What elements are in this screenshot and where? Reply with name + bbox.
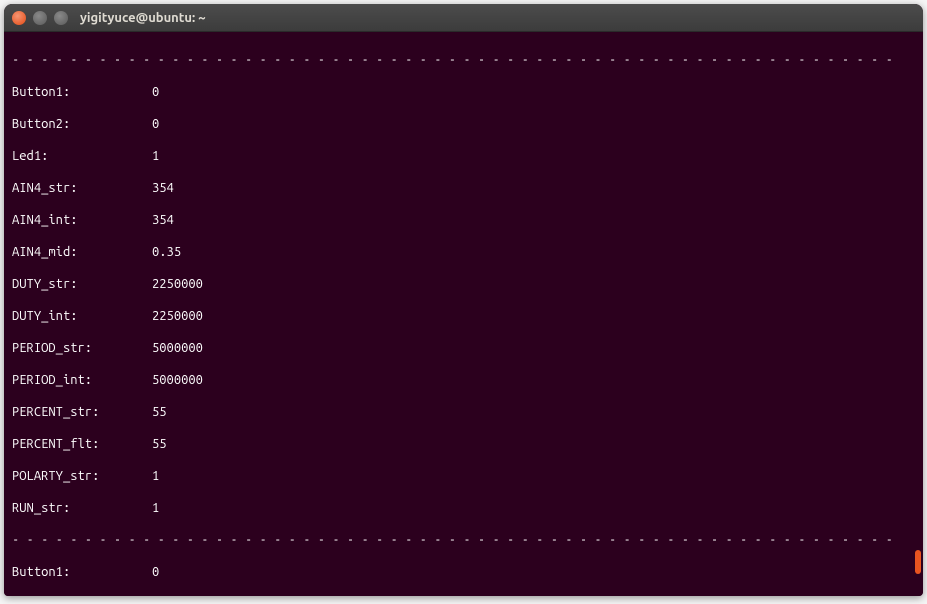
row-value: 0.35 xyxy=(152,244,181,260)
output-row: PERCENT_flt:55 xyxy=(12,436,915,452)
output-row: PERCENT_str:55 xyxy=(12,404,915,420)
minimize-icon[interactable] xyxy=(33,11,47,25)
row-value: 55 xyxy=(152,436,167,452)
row-label: Button1: xyxy=(12,564,152,580)
output-row: Button1:0 xyxy=(12,84,915,100)
row-label: DUTY_str: xyxy=(12,276,152,292)
output-row: PERIOD_str:5000000 xyxy=(12,340,915,356)
row-value: 5000000 xyxy=(152,340,203,356)
maximize-icon[interactable] xyxy=(54,11,68,25)
row-value: 5000000 xyxy=(152,372,203,388)
row-value: 0 xyxy=(152,564,159,580)
row-value: 1 xyxy=(152,468,159,484)
output-row: DUTY_str:2250000 xyxy=(12,276,915,292)
row-label: AIN4_str: xyxy=(12,180,152,196)
row-label: PERCENT_str: xyxy=(12,404,152,420)
row-label: Button1: xyxy=(12,84,152,100)
row-label: AIN4_mid: xyxy=(12,244,152,260)
terminal-output[interactable]: - - - - - - - - - - - - - - - - - - - - … xyxy=(4,32,923,596)
row-label: PERIOD_str: xyxy=(12,340,152,356)
row-label: POLARTY_str: xyxy=(12,468,152,484)
row-value: 0 xyxy=(152,116,159,132)
row-value: 1 xyxy=(152,148,159,164)
row-value: 2250000 xyxy=(152,308,203,324)
row-label: Led1: xyxy=(12,148,152,164)
titlebar[interactable]: yigityuce@ubuntu: ~ xyxy=(4,4,923,32)
window-controls xyxy=(12,11,68,25)
row-value: 2250000 xyxy=(152,276,203,292)
terminal-window: yigityuce@ubuntu: ~ - - - - - - - - - - … xyxy=(4,4,923,596)
output-row: POLARTY_str:1 xyxy=(12,468,915,484)
row-value: 354 xyxy=(152,180,174,196)
row-value: 354 xyxy=(152,212,174,228)
row-label: AIN4_int: xyxy=(12,212,152,228)
row-value: 55 xyxy=(152,404,167,420)
output-row: PERIOD_int:5000000 xyxy=(12,372,915,388)
output-row: Button2:0 xyxy=(12,116,915,132)
scrollbar-thumb[interactable] xyxy=(915,550,921,574)
row-value: 1 xyxy=(152,500,159,516)
output-row: Led1:1 xyxy=(12,148,915,164)
output-row: AIN4_mid:0.35 xyxy=(12,244,915,260)
row-label: PERIOD_int: xyxy=(12,372,152,388)
row-label: RUN_str: xyxy=(12,500,152,516)
window-title: yigityuce@ubuntu: ~ xyxy=(80,11,206,25)
close-icon[interactable] xyxy=(12,11,26,25)
output-row: AIN4_int:354 xyxy=(12,212,915,228)
row-label: PERCENT_flt: xyxy=(12,436,152,452)
row-label: Button2: xyxy=(12,116,152,132)
output-row: RUN_str:1 xyxy=(12,500,915,516)
output-row: DUTY_int:2250000 xyxy=(12,308,915,324)
separator-line: - - - - - - - - - - - - - - - - - - - - … xyxy=(12,52,915,68)
row-label: DUTY_int: xyxy=(12,308,152,324)
output-row: Button1:0 xyxy=(12,564,915,580)
separator-line: - - - - - - - - - - - - - - - - - - - - … xyxy=(12,532,915,548)
output-row: AIN4_str:354 xyxy=(12,180,915,196)
row-value: 0 xyxy=(152,84,159,100)
